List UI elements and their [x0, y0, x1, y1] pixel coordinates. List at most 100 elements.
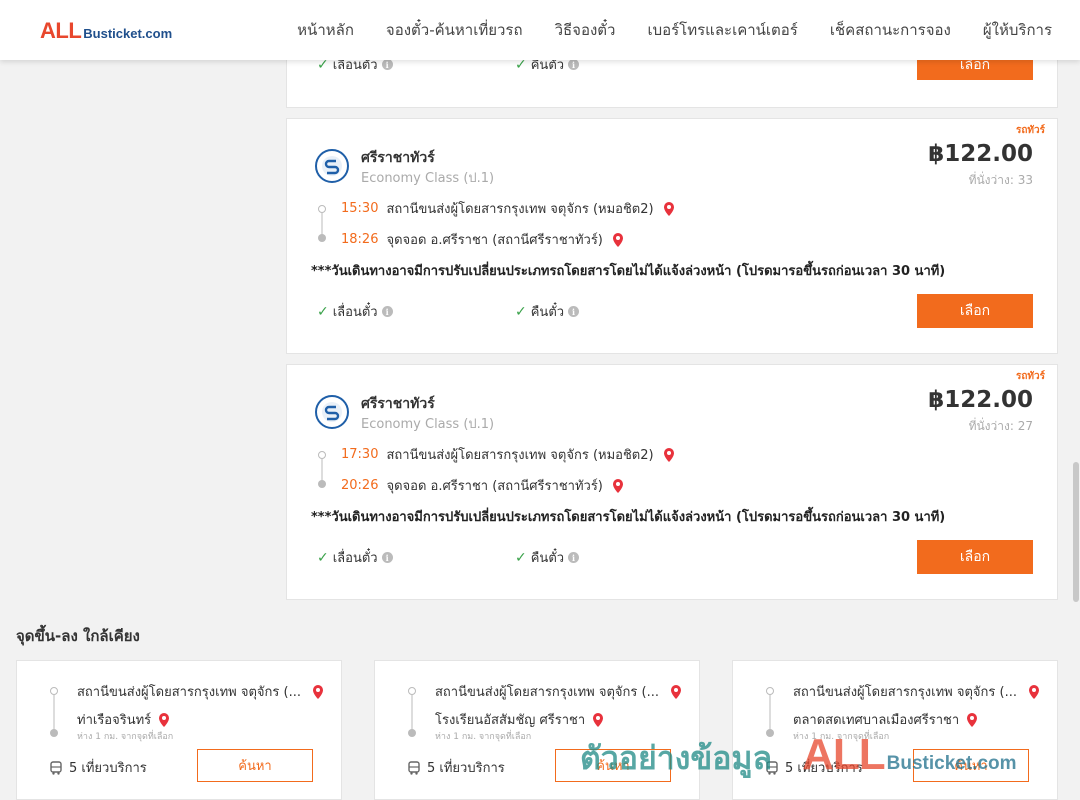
route-line	[321, 213, 323, 235]
nearby-to-label: ตลาดสดเทศบาลเมืองศรีราชา	[793, 713, 960, 728]
nearby-to: ท่าเรือจรินทร์	[77, 709, 171, 730]
nearby-section-title: จุดขึ้น-ลง ใกล้เคียง	[16, 627, 140, 645]
nav-home[interactable]: หน้าหลัก	[297, 18, 354, 42]
arrival-place: จุดจอด อ.ศรีราชา (สถานีศรีราชาทัวร์)	[386, 233, 603, 248]
site-header: ALL Busticket.com หน้าหลัก จองตั๋ว-ค้นหา…	[0, 0, 1080, 60]
route-line	[53, 695, 55, 731]
nearby-from-label: สถานีขนส่งผู้โดยสารกรุงเทพ จตุจักร (...	[793, 685, 1017, 700]
nav-operators[interactable]: ผู้ให้บริการ	[983, 18, 1052, 42]
info-icon[interactable]: i	[381, 306, 393, 317]
check-icon: ✓	[317, 549, 329, 566]
bus-type-tag: รถทัวร์	[1015, 125, 1045, 136]
arrival-time: 18:26	[341, 232, 379, 247]
nearby-trips-label: 5 เที่ยวบริการ	[427, 761, 505, 776]
map-pin-icon[interactable]	[662, 201, 676, 217]
trip-price: ฿122.00	[928, 387, 1033, 413]
map-pin-icon[interactable]	[311, 684, 325, 700]
nearby-trips: 5 เที่ยวบริการ	[407, 757, 505, 778]
seats-available: ที่นั่งว่าง: 33	[968, 173, 1033, 187]
nav-check-status[interactable]: เช็คสถานะการจอง	[830, 18, 951, 42]
nearby-from: สถานีขนส่งผู้โดยสารกรุงเทพ จตุจักร (...	[77, 681, 325, 702]
route-start-dot	[766, 687, 774, 695]
nearby-search-button[interactable]: ค้นหา	[197, 749, 313, 782]
feature-change-ticket: ✓ เลื่อนตั๋ว i	[317, 547, 393, 568]
nearby-to-label: โรงเรียนอัสสัมชัญ ศรีราชา	[435, 713, 586, 728]
route-line	[769, 695, 771, 731]
trip-card: รถทัวร์ ศรีราชาทัวร์ Economy Class (ป.1)…	[286, 118, 1058, 354]
nearby-to-label: ท่าเรือจรินทร์	[77, 713, 152, 728]
scrollbar-thumb[interactable]	[1073, 462, 1079, 602]
nearby-distance: ห่าง 1 กม. จากจุดที่เลือก	[793, 732, 890, 742]
arrival-time: 20:26	[341, 478, 379, 493]
nav-book-ticket[interactable]: จองตั๋ว-ค้นหาเที่ยวรถ	[386, 18, 523, 42]
seats-available: ที่นั่งว่าง: 27	[968, 419, 1033, 433]
info-icon[interactable]: i	[381, 552, 393, 563]
map-pin-icon[interactable]	[611, 232, 625, 248]
nearby-search-button[interactable]: ค้นหา	[555, 749, 671, 782]
bus-icon	[50, 760, 62, 775]
trip-card: รถทัวร์ ศรีราชาทัวร์ Economy Class (ป.1)…	[286, 364, 1058, 600]
map-pin-icon[interactable]	[669, 684, 683, 700]
select-trip-button[interactable]: เลือก	[917, 540, 1033, 574]
departure-stop: 15:30 สถานีขนส่งผู้โดยสารกรุงเทพ จตุจักร…	[341, 198, 676, 219]
map-pin-icon[interactable]	[965, 712, 979, 728]
info-icon[interactable]: i	[568, 552, 580, 563]
map-pin-icon[interactable]	[591, 712, 605, 728]
select-trip-button[interactable]: เลือก	[917, 294, 1033, 328]
map-pin-icon[interactable]	[662, 447, 676, 463]
route-end-dot	[318, 234, 326, 242]
nearby-distance: ห่าง 1 กม. จากจุดที่เลือก	[77, 732, 174, 742]
nearby-from-label: สถานีขนส่งผู้โดยสารกรุงเทพ จตุจักร (...	[435, 685, 659, 700]
map-pin-icon[interactable]	[1027, 684, 1041, 700]
operator-name: ศรีราชาทัวร์	[361, 150, 435, 166]
route-line	[411, 695, 413, 731]
operator-logo-icon	[315, 395, 349, 429]
arrival-place: จุดจอด อ.ศรีราชา (สถานีศรีราชาทัวร์)	[386, 479, 603, 494]
nearby-card: สถานีขนส่งผู้โดยสารกรุงเทพ จตุจักร (... …	[374, 660, 700, 800]
route-start-dot	[50, 687, 58, 695]
route-end-dot	[408, 729, 416, 737]
departure-place: สถานีขนส่งผู้โดยสารกรุงเทพ จตุจักร (หมอช…	[386, 202, 654, 217]
nearby-trips: 5 เที่ยวบริการ	[49, 757, 147, 778]
departure-time: 15:30	[341, 201, 379, 216]
bus-icon	[766, 760, 778, 775]
info-icon[interactable]: i	[568, 59, 580, 70]
check-icon: ✓	[317, 303, 329, 320]
feature-label: คืนตั๋ว	[530, 551, 565, 566]
feature-label: เลื่อนตั๋ว	[332, 305, 378, 320]
logo-busticket-text: Busticket.com	[83, 26, 173, 41]
info-icon[interactable]: i	[381, 59, 393, 70]
nearby-to: ตลาดสดเทศบาลเมืองศรีราชา	[793, 709, 979, 730]
nearby-from: สถานีขนส่งผู้โดยสารกรุงเทพ จตุจักร (...	[793, 681, 1041, 702]
check-icon: ✓	[515, 303, 527, 320]
page-scrollbar[interactable]	[1072, 0, 1080, 800]
bus-class: Economy Class (ป.1)	[361, 171, 495, 186]
bus-type-tag: รถทัวร์	[1015, 371, 1045, 382]
map-pin-icon[interactable]	[157, 712, 171, 728]
nearby-card: สถานีขนส่งผู้โดยสารกรุงเทพ จตุจักร (... …	[16, 660, 342, 800]
nearby-trips-label: 5 เที่ยวบริการ	[785, 761, 863, 776]
nearby-distance: ห่าง 1 กม. จากจุดที่เลือก	[435, 732, 532, 742]
nearby-trips: 5 เที่ยวบริการ	[765, 757, 863, 778]
info-icon[interactable]: i	[568, 306, 580, 317]
feature-refund-ticket: ✓ คืนตั๋ว i	[515, 301, 580, 322]
route-end-dot	[318, 480, 326, 488]
site-logo[interactable]: ALL Busticket.com	[40, 18, 172, 44]
logo-all-text: ALL	[40, 18, 82, 43]
nav-phone-counter[interactable]: เบอร์โทรและเคาน์เตอร์	[647, 18, 797, 42]
bus-class: Economy Class (ป.1)	[361, 417, 495, 432]
main-nav: หน้าหลัก จองตั๋ว-ค้นหาเที่ยวรถ วิธีจองตั…	[297, 0, 1052, 60]
nav-how-to-book[interactable]: วิธีจองตั๋ว	[555, 18, 616, 42]
arrival-stop: 18:26 จุดจอด อ.ศรีราชา (สถานีศรีราชาทัวร…	[341, 229, 625, 250]
departure-place: สถานีขนส่งผู้โดยสารกรุงเทพ จตุจักร (หมอช…	[386, 448, 654, 463]
departure-stop: 17:30 สถานีขนส่งผู้โดยสารกรุงเทพ จตุจักร…	[341, 444, 676, 465]
map-pin-icon[interactable]	[611, 478, 625, 494]
nearby-from: สถานีขนส่งผู้โดยสารกรุงเทพ จตุจักร (...	[435, 681, 683, 702]
feature-refund-ticket: ✓ คืนตั๋ว i	[515, 547, 580, 568]
route-end-dot	[50, 729, 58, 737]
bus-icon	[408, 760, 420, 775]
nearby-from-label: สถานีขนส่งผู้โดยสารกรุงเทพ จตุจักร (...	[77, 685, 301, 700]
route-start-dot	[318, 205, 326, 213]
route-end-dot	[766, 729, 774, 737]
nearby-search-button[interactable]: ค้นหา	[913, 749, 1029, 782]
